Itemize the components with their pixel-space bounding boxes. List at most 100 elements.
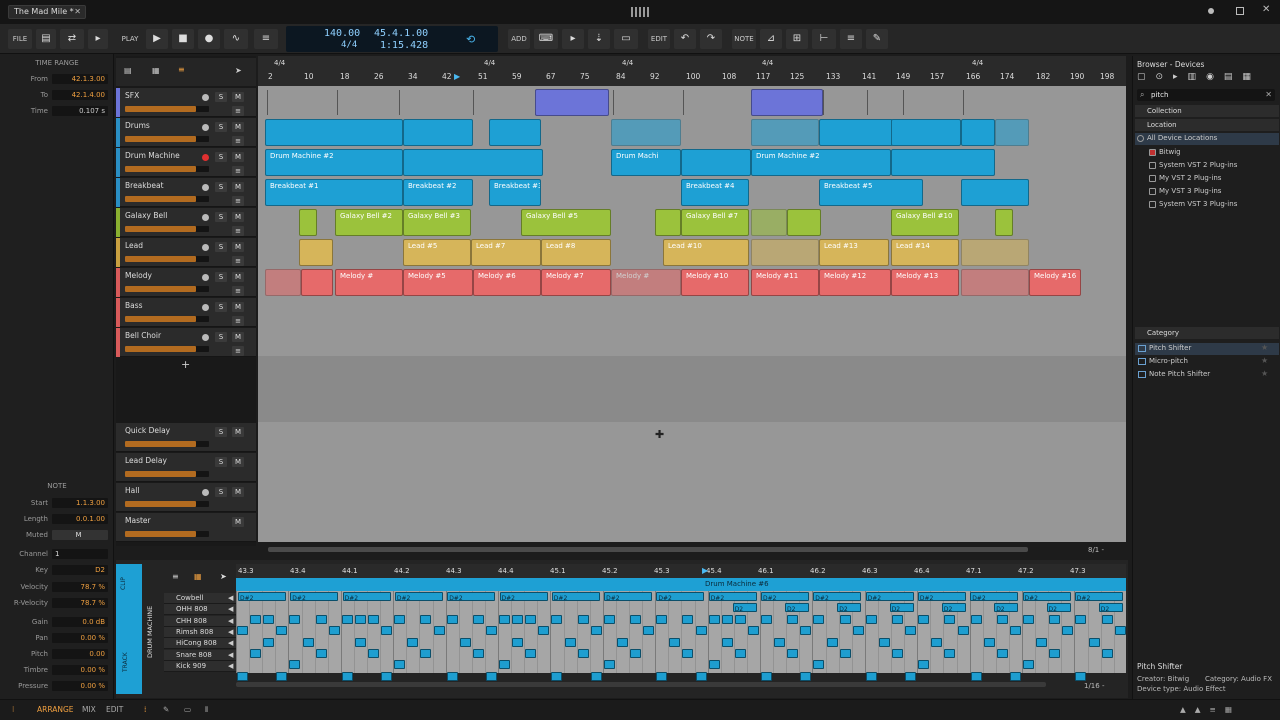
split-icon[interactable]: ⊢ <box>812 29 836 49</box>
note[interactable]: D#2 <box>970 592 1019 602</box>
clip[interactable] <box>751 119 819 146</box>
device-result[interactable]: Note Pitch Shifter <box>1149 370 1210 378</box>
note[interactable] <box>354 637 366 647</box>
clip[interactable] <box>751 209 787 236</box>
search-text[interactable]: pitch <box>1151 91 1168 99</box>
timesig-display[interactable]: 4/4 <box>341 40 357 50</box>
drum-key-row[interactable]: CHH 808 <box>164 615 236 627</box>
mix-tab[interactable]: MIX <box>82 705 96 714</box>
note[interactable]: D#2 <box>917 592 966 602</box>
note[interactable]: D#2 <box>394 592 443 602</box>
import-icon[interactable]: ⇄ <box>60 29 84 49</box>
download-icon[interactable]: ⇣ <box>588 29 610 49</box>
mute-button[interactable]: M <box>232 272 244 282</box>
solo-button[interactable]: S <box>215 152 227 162</box>
track-lane[interactable] <box>263 88 1123 117</box>
clip[interactable]: Melody #6 <box>473 269 541 296</box>
drum-key-row[interactable]: Cowbell <box>164 593 236 604</box>
gain-value[interactable]: 0.0 dB <box>52 617 108 627</box>
note[interactable] <box>341 671 353 681</box>
note[interactable] <box>1009 671 1021 681</box>
position-display[interactable]: 45.4.1.00 <box>374 28 428 39</box>
tempo-display[interactable]: 140.00 <box>324 28 360 39</box>
note[interactable] <box>1101 648 1113 658</box>
note[interactable] <box>577 648 589 658</box>
note[interactable] <box>564 637 576 647</box>
note[interactable] <box>931 637 943 647</box>
note[interactable] <box>525 615 537 624</box>
note[interactable] <box>656 615 668 624</box>
note[interactable] <box>302 637 314 647</box>
clip[interactable] <box>403 149 543 176</box>
clip[interactable] <box>995 209 1013 236</box>
note[interactable] <box>237 671 248 681</box>
note[interactable] <box>970 615 982 624</box>
mute-button[interactable]: M <box>232 427 244 437</box>
note[interactable] <box>747 626 759 636</box>
clip[interactable] <box>489 119 541 146</box>
clip[interactable]: Lead #13 <box>819 239 889 266</box>
record-arm-icon[interactable] <box>202 274 209 281</box>
clip[interactable]: Melody #13 <box>891 269 959 296</box>
track-lane[interactable] <box>263 118 1123 147</box>
note[interactable] <box>354 615 366 624</box>
clip[interactable] <box>891 119 961 146</box>
track-header[interactable]: Lead S M ≡ <box>116 238 256 267</box>
note[interactable]: D#2 <box>865 592 914 602</box>
note[interactable] <box>878 637 890 647</box>
favorite-star-icon[interactable]: ★ <box>1261 369 1268 378</box>
undo-icon[interactable]: ↶ <box>674 29 696 49</box>
clip[interactable]: Melody #5 <box>403 269 473 296</box>
drum-key-row[interactable]: Kick 909 <box>164 660 236 672</box>
note[interactable] <box>368 648 379 658</box>
timbre-value[interactable]: 0.00 % <box>52 665 108 675</box>
note[interactable]: D#2 <box>813 592 862 602</box>
note[interactable] <box>1049 648 1061 658</box>
record-arm-icon[interactable] <box>202 124 209 131</box>
note[interactable] <box>800 626 812 636</box>
record-arm-icon[interactable] <box>202 304 209 311</box>
category-section[interactable]: Category <box>1135 327 1279 339</box>
note[interactable] <box>944 648 956 658</box>
mute-button[interactable]: M <box>232 152 244 162</box>
key-play-icon[interactable]: ◀ <box>228 662 233 670</box>
time-display[interactable]: 1:15.428 <box>380 40 428 51</box>
note[interactable] <box>289 660 301 670</box>
arrange-tab[interactable]: ARRANGE <box>37 705 74 714</box>
arrange-view-icon[interactable]: ≡ <box>178 65 185 74</box>
quantize-icon[interactable]: ⊿ <box>760 29 782 49</box>
mute-button[interactable]: M <box>232 302 244 312</box>
clip[interactable] <box>265 119 403 146</box>
favorite-star-icon[interactable]: ★ <box>1261 356 1268 365</box>
track-menu-icon[interactable]: ≡ <box>232 256 244 266</box>
note[interactable] <box>630 648 641 658</box>
mute-button[interactable]: M <box>232 122 244 132</box>
start-value[interactable]: 1.1.3.00 <box>52 498 108 508</box>
note[interactable] <box>499 615 510 624</box>
clip[interactable]: Melody #10 <box>681 269 749 296</box>
note[interactable] <box>774 637 786 647</box>
note[interactable] <box>918 615 930 624</box>
note[interactable] <box>787 648 799 658</box>
note[interactable] <box>682 615 694 624</box>
track-menu-icon[interactable]: ≡ <box>232 106 244 116</box>
clip[interactable]: Galaxy Bell #10 <box>891 209 959 236</box>
pan-value[interactable]: 0.00 % <box>52 633 108 643</box>
note[interactable] <box>499 660 510 670</box>
note[interactable] <box>315 615 327 624</box>
note[interactable] <box>603 660 615 670</box>
solo-button[interactable]: S <box>215 332 227 342</box>
clip[interactable]: Galaxy Bell #3 <box>403 209 471 236</box>
clip[interactable] <box>891 149 995 176</box>
clip[interactable]: Breakbeat #2 <box>403 179 473 206</box>
new-file-icon[interactable]: ▤ <box>36 29 56 49</box>
track-header[interactable]: Drums S M ≡ <box>116 118 256 147</box>
clip[interactable]: Galaxy Bell #2 <box>335 209 403 236</box>
clip[interactable] <box>961 269 1029 296</box>
transport-display[interactable]: 140.00 4/4 45.4.1.00 1:15.428 ⟲ <box>286 26 498 52</box>
note[interactable] <box>695 671 707 681</box>
note[interactable] <box>734 648 746 658</box>
note[interactable]: D#2 <box>761 592 809 602</box>
keyboard-icon[interactable]: ⌨ <box>534 29 558 49</box>
note[interactable]: D#2 <box>447 592 496 602</box>
